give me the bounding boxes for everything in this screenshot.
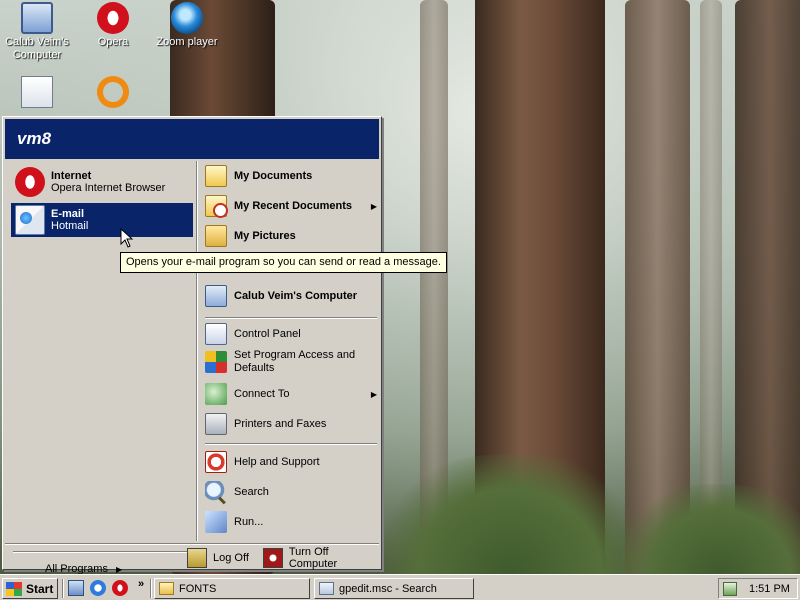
pinned-item-subtitle: Opera Internet Browser (51, 182, 166, 194)
set-program-access-icon (205, 351, 227, 373)
clock[interactable]: 1:51 PM (749, 583, 790, 595)
divider (205, 443, 377, 445)
run-icon (205, 511, 227, 533)
connect-to-icon (205, 383, 227, 405)
desktop-icon-zoom-player[interactable]: Zoom player (152, 2, 222, 49)
log-off-label: Log Off (213, 552, 249, 564)
menu-item-label: Connect To (234, 387, 290, 400)
divider (62, 579, 64, 598)
menu-item-label: My Documents (234, 169, 313, 182)
menu-item-control-panel[interactable]: Control Panel (203, 321, 379, 347)
key-icon (187, 548, 207, 568)
pinned-item-email[interactable]: E-mail Hotmail (11, 203, 193, 237)
submenu-arrow-icon: ▶ (370, 201, 377, 211)
turn-off-label: Turn Off Computer (288, 546, 338, 570)
desktop-icon-label: Zoom player (156, 36, 218, 48)
menu-item-label: My Recent Documents (234, 199, 352, 212)
my-pictures-icon (205, 225, 227, 247)
email-icon (15, 205, 45, 235)
show-desktop-icon[interactable] (68, 580, 84, 596)
printer-icon (205, 413, 227, 435)
windows-flag-icon (6, 581, 22, 596)
wallpaper-fern (380, 454, 640, 574)
menu-item-label: Control Panel (234, 327, 301, 340)
start-menu-footer: Log Off Turn Off Computer (5, 543, 379, 570)
menu-item-label: Set Program Access and Defaults (234, 349, 356, 374)
orange-ring-icon (91, 70, 135, 114)
menu-item-set-program-access[interactable]: Set Program Access and Defaults (203, 347, 379, 377)
divider (196, 161, 198, 541)
menu-item-label: Help and Support (234, 455, 320, 468)
start-menu-left-pane: Internet Opera Internet Browser E-mail H… (5, 161, 195, 575)
menu-item-my-computer[interactable]: Calub Veim's Computer (203, 283, 379, 309)
menu-item-help-and-support[interactable]: Help and Support (203, 449, 379, 475)
desktop-icon-my-computer[interactable]: Calub Veim's Computer (2, 2, 72, 62)
menu-item-connect-to[interactable]: Connect To ▶ (203, 381, 379, 407)
desktop-icon-notepad[interactable] (2, 76, 72, 110)
system-tray: 1:51 PM (718, 578, 798, 599)
menu-item-my-recent-documents[interactable]: My Recent Documents ▶ (203, 193, 379, 219)
pinned-item-subtitle: Hotmail (51, 220, 89, 232)
desktop-icon-orange-ring[interactable] (78, 70, 148, 114)
taskbar: Start » FONTS gpedit.msc - Search 1:51 P… (0, 574, 800, 600)
folder-icon (159, 582, 174, 595)
tooltip: Opens your e-mail program so you can sen… (120, 252, 447, 273)
pinned-item-title: E-mail (51, 208, 85, 220)
pinned-item-title: Internet (51, 170, 92, 182)
my-computer-icon (205, 285, 227, 307)
my-documents-icon (205, 165, 227, 187)
quick-launch-chevron[interactable]: » (138, 578, 144, 590)
taskbar-window-label: FONTS (179, 582, 217, 595)
log-off-button[interactable]: Log Off (187, 547, 249, 569)
internet-explorer-icon[interactable] (90, 580, 106, 596)
start-menu-user-name: vm8 (5, 119, 379, 159)
desktop-icon-opera[interactable]: Opera (78, 2, 148, 49)
wallpaper-fern (620, 484, 800, 574)
menu-item-label: Printers and Faxes (234, 417, 327, 430)
menu-item-label: Run... (234, 515, 264, 528)
menu-item-label: My Pictures (234, 229, 296, 242)
menu-item-my-pictures[interactable]: My Pictures (203, 223, 379, 249)
menu-item-label: Calub Veim's Computer (234, 289, 358, 302)
turn-off-computer-button[interactable]: Turn Off Computer (263, 546, 379, 570)
start-menu-right-pane: My Documents My Recent Documents ▶ My Pi… (199, 161, 381, 541)
opera-icon[interactable] (112, 580, 128, 596)
divider (205, 317, 377, 319)
tray-icon[interactable] (723, 581, 737, 596)
opera-icon (15, 167, 45, 197)
opera-icon (97, 2, 129, 34)
search-icon (205, 481, 227, 503)
mouse-pointer-icon (120, 228, 134, 248)
menu-item-my-documents[interactable]: My Documents (203, 163, 379, 189)
desktop-icon-label: Opera (97, 36, 129, 48)
my-computer-icon (21, 2, 53, 34)
desktop-icon-label: Calub Veim's Computer (5, 36, 69, 61)
start-button[interactable]: Start (2, 578, 58, 599)
divider (150, 579, 152, 598)
search-window-icon (319, 582, 334, 595)
notepad-icon (21, 76, 53, 108)
menu-item-label: Search (234, 485, 269, 498)
start-menu: vm8 Internet Opera Internet Browser E-ma… (2, 116, 382, 575)
taskbar-window-label: gpedit.msc - Search (339, 582, 437, 595)
control-panel-icon (205, 323, 227, 345)
taskbar-window-search[interactable]: gpedit.msc - Search (314, 578, 474, 599)
pinned-item-internet[interactable]: Internet Opera Internet Browser (11, 165, 193, 199)
taskbar-window-fonts[interactable]: FONTS (154, 578, 310, 599)
help-icon (205, 451, 227, 473)
start-label: Start (26, 581, 54, 596)
submenu-arrow-icon: ▶ (370, 389, 377, 399)
menu-item-run[interactable]: Run... (203, 509, 379, 535)
menu-item-search[interactable]: Search (203, 479, 379, 505)
power-icon (263, 548, 283, 568)
menu-item-printers-and-faxes[interactable]: Printers and Faxes (203, 411, 379, 437)
recent-documents-icon (205, 195, 228, 218)
zoom-player-icon (171, 2, 203, 34)
